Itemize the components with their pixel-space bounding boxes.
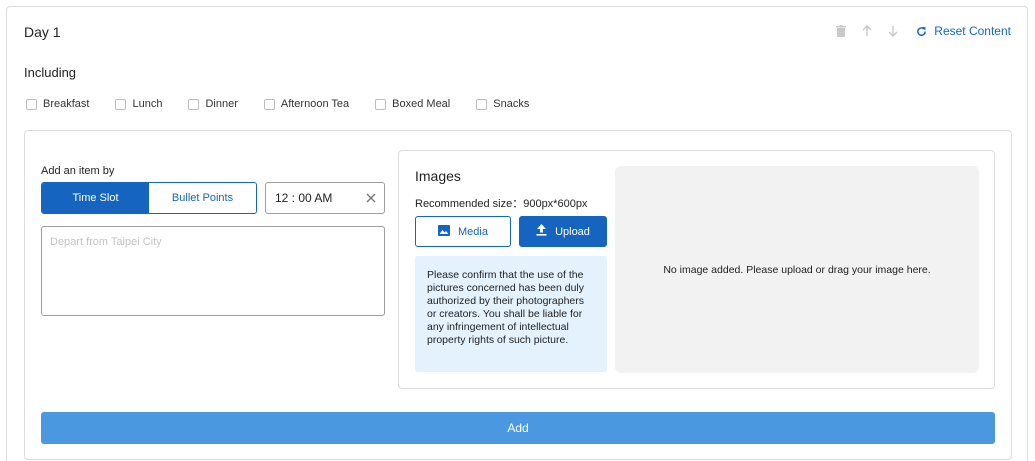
time-value: 12 : 00 AM: [275, 191, 333, 205]
description-placeholder: Depart from Taipei City: [50, 236, 162, 248]
breakfast-checkbox[interactable]: [26, 98, 37, 110]
add-item-by-label: Add an item by: [41, 165, 115, 177]
arrow-down-icon[interactable]: [885, 23, 901, 39]
media-button-label: Media: [458, 225, 488, 238]
meal-option-dinner[interactable]: Dinner: [188, 98, 238, 110]
time-slot-button[interactable]: Time Slot: [42, 183, 149, 213]
image-icon: [438, 224, 451, 239]
media-button[interactable]: Media: [415, 216, 511, 247]
meal-option-breakfast[interactable]: Breakfast: [26, 98, 89, 110]
meal-option-snacks[interactable]: Snacks: [476, 98, 529, 110]
snacks-checkbox[interactable]: [476, 98, 488, 110]
images-section: Images Recommended size：900px*600px Medi…: [398, 150, 995, 389]
meal-option-label: Boxed Meal: [392, 98, 451, 110]
trash-icon[interactable]: [833, 23, 849, 39]
time-input[interactable]: 12 : 00 AM: [265, 182, 385, 214]
meal-options: Breakfast Lunch Dinner Afternoon Tea Box…: [26, 98, 555, 110]
upload-button-label: Upload: [555, 225, 590, 238]
refresh-icon: [913, 23, 929, 39]
afternoon-tea-checkbox[interactable]: [263, 98, 275, 110]
images-title: Images: [415, 168, 461, 184]
add-button[interactable]: Add: [41, 412, 995, 444]
upload-icon: [536, 224, 547, 239]
recommended-size-text: Recommended size：900px*600px: [415, 198, 588, 210]
item-description-field[interactable]: Depart from Taipei City: [41, 226, 385, 316]
reset-content-label: Reset Content: [934, 24, 1011, 38]
item-mode-toggle: Time Slot Bullet Points: [41, 182, 257, 214]
bullet-points-button[interactable]: Bullet Points: [149, 183, 256, 213]
meal-option-label: Breakfast: [43, 98, 90, 110]
day-actions: Reset Content: [833, 23, 1011, 39]
arrow-up-icon[interactable]: [859, 23, 875, 39]
day-card: Day 1 Reset Content Including Breakfast …: [6, 6, 1028, 461]
meal-option-boxed-meal[interactable]: Boxed Meal: [375, 98, 450, 110]
lunch-checkbox[interactable]: [115, 98, 127, 110]
reset-content-button[interactable]: Reset Content: [913, 23, 1011, 39]
item-editor-panel: Add an item by Time Slot Bullet Points 1…: [24, 130, 1012, 460]
including-label: Including: [24, 65, 77, 80]
no-image-text: No image added. Please upload or drag yo…: [663, 263, 931, 276]
day-title: Day 1: [24, 24, 61, 40]
boxed-meal-checkbox[interactable]: [375, 98, 387, 110]
meal-option-label: Lunch: [132, 98, 163, 110]
dinner-checkbox[interactable]: [188, 98, 200, 110]
copyright-notice: Please confirm that the use of the pictu…: [415, 256, 607, 372]
meal-option-afternoon-tea[interactable]: Afternoon Tea: [263, 98, 350, 110]
image-dropzone[interactable]: No image added. Please upload or drag yo…: [615, 166, 979, 373]
meal-option-label: Afternoon Tea: [280, 98, 350, 110]
close-icon[interactable]: [364, 191, 378, 205]
meal-option-label: Snacks: [493, 98, 530, 110]
meal-option-lunch[interactable]: Lunch: [115, 98, 162, 110]
upload-button[interactable]: Upload: [519, 216, 607, 247]
meal-option-label: Dinner: [205, 98, 238, 110]
